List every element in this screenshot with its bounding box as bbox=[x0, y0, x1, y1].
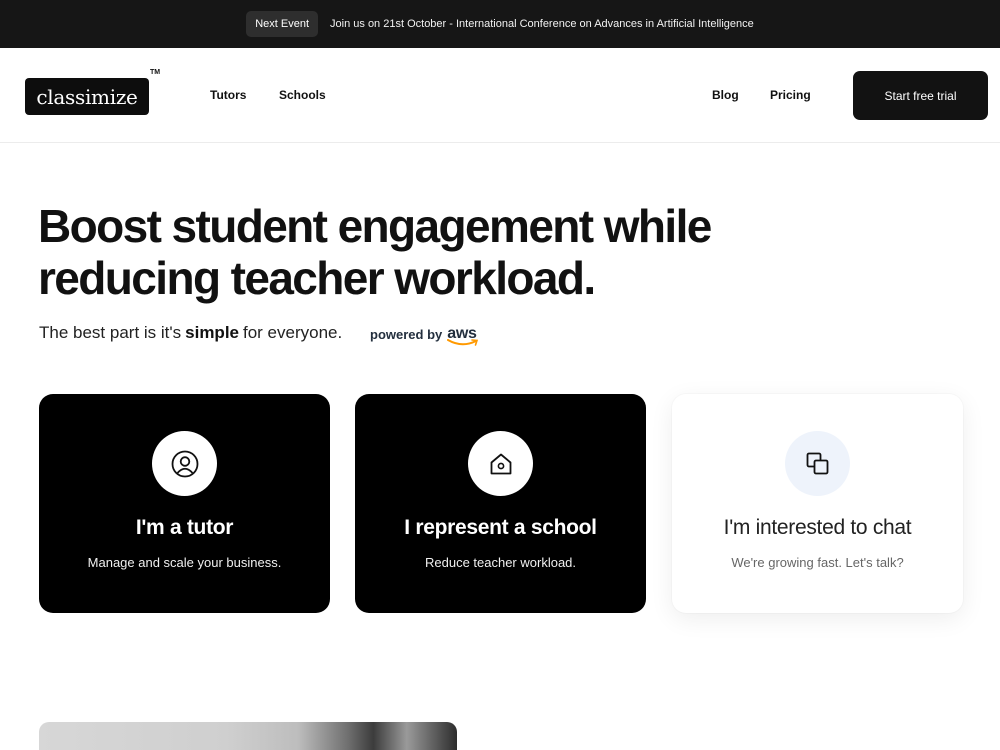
logo-wordmark: classimize bbox=[36, 84, 138, 109]
school-card[interactable]: I represent a school Reduce teacher work… bbox=[355, 394, 646, 613]
classimize-logo[interactable]: classimize bbox=[25, 78, 149, 115]
announcement-text[interactable]: Join us on 21st October - International … bbox=[330, 18, 754, 30]
trademark-symbol: TM bbox=[150, 69, 161, 76]
chat-card[interactable]: I'm interested to chat We're growing fas… bbox=[672, 394, 963, 613]
card-description: Manage and scale your business. bbox=[87, 555, 282, 570]
powered-by-label: powered by bbox=[370, 326, 443, 342]
chat-squares-icon bbox=[785, 431, 850, 496]
subtitle-prefix: The best part is it's bbox=[39, 323, 182, 342]
main-navigation: classimize TM Tutors Schools Blog Pricin… bbox=[0, 48, 1000, 143]
next-event-badge[interactable]: Next Event bbox=[246, 11, 319, 37]
announcement-bar: Next Event Join us on 21st October - Int… bbox=[0, 0, 1000, 48]
nav-link-schools[interactable]: Schools bbox=[279, 88, 326, 102]
card-description: We're growing fast. Let's talk? bbox=[731, 555, 904, 570]
hero-subtitle: The best part is it's simple for everyon… bbox=[39, 323, 342, 343]
card-description: Reduce teacher workload. bbox=[424, 555, 577, 570]
subtitle-emphasis: simple bbox=[185, 323, 239, 342]
tutor-card[interactable]: I'm a tutor Manage and scale your busine… bbox=[39, 394, 330, 613]
powered-by-aws: powered by aws bbox=[370, 325, 479, 346]
aws-logo: aws bbox=[447, 325, 479, 346]
card-title: I'm interested to chat bbox=[723, 516, 912, 539]
start-free-trial-button[interactable]: Start free trial bbox=[853, 71, 988, 120]
feature-photo bbox=[39, 722, 457, 750]
hero-title: Boost student engagement while reducing … bbox=[38, 200, 712, 304]
subtitle-suffix: for everyone. bbox=[243, 323, 343, 342]
card-title: I'm a tutor bbox=[135, 516, 234, 539]
home-icon bbox=[468, 431, 533, 496]
nav-link-pricing[interactable]: Pricing bbox=[770, 88, 811, 102]
card-title: I represent a school bbox=[404, 516, 597, 539]
nav-link-blog[interactable]: Blog bbox=[712, 88, 739, 102]
user-circle-icon bbox=[152, 431, 217, 496]
aws-smile-icon bbox=[447, 339, 479, 346]
nav-link-tutors[interactable]: Tutors bbox=[210, 88, 246, 102]
